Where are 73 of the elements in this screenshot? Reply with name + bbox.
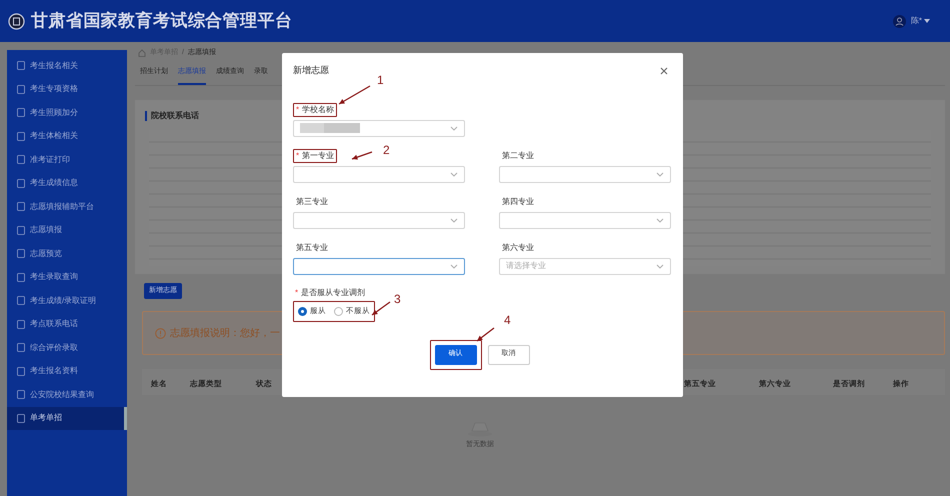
- field-label: * 学校名称: [296, 104, 334, 114]
- document-icon: [17, 155, 25, 164]
- select-field[interactable]: [499, 212, 671, 228]
- step-number: 3: [394, 292, 401, 306]
- sidebar-item[interactable]: 志愿填报: [7, 218, 127, 242]
- document-icon: [17, 178, 25, 188]
- document-icon: [17, 132, 25, 141]
- document-icon: [17, 272, 25, 282]
- chevron-down-icon: [450, 264, 458, 268]
- sidebar-item[interactable]: 志愿填报辅助平台: [7, 195, 127, 218]
- chevron-down-icon: [656, 172, 664, 176]
- close-icon[interactable]: [660, 66, 668, 75]
- document-icon: [17, 296, 25, 306]
- arrow-icon: [338, 85, 370, 105]
- user-avatar-icon[interactable]: [892, 14, 906, 28]
- field-label: 第二专业: [502, 150, 534, 160]
- sidebar-item[interactable]: 考生成绩信息: [7, 172, 127, 195]
- sidebar-item[interactable]: 考生体检相关: [7, 124, 127, 148]
- caret-icon[interactable]: [924, 19, 930, 23]
- sidebar-item[interactable]: 志愿预览: [7, 242, 127, 266]
- chevron-down-icon: [656, 264, 664, 268]
- document-icon: [17, 343, 25, 352]
- home-icon: [138, 49, 146, 57]
- sidebar-item[interactable]: 考生照顾加分: [7, 101, 127, 124]
- document-icon: [17, 366, 25, 376]
- document-icon: [17, 202, 25, 212]
- sidebar-item[interactable]: 考生报名相关: [7, 54, 127, 78]
- select-field[interactable]: [499, 166, 671, 182]
- sidebar-item[interactable]: 考生报名资料: [7, 360, 127, 383]
- select-field[interactable]: [293, 258, 465, 274]
- select-field[interactable]: [293, 120, 465, 136]
- arrow-icon: [352, 151, 372, 160]
- select-placeholder: 请选择专业: [506, 260, 546, 272]
- field-label: 第五专业: [296, 242, 328, 252]
- notice-text: 志愿填报说明：您好，一: [170, 326, 280, 340]
- dialog-title: 新增志愿: [293, 64, 329, 77]
- sidebar-item[interactable]: 综合评价录取: [7, 336, 127, 360]
- sidebar-item[interactable]: 考点联系电话: [7, 312, 127, 336]
- info-icon: [155, 328, 166, 338]
- document-icon: [17, 108, 25, 118]
- platform-title: 甘肃省国家教育考试综合管理平台: [31, 10, 292, 32]
- field-label: 第三专业: [296, 196, 328, 206]
- select-field[interactable]: [293, 166, 465, 182]
- document-icon: [17, 414, 25, 423]
- document-icon: [17, 226, 25, 235]
- user-name[interactable]: 陈*: [910, 15, 922, 27]
- document-icon: [17, 390, 25, 400]
- radio-button[interactable]: [334, 306, 343, 316]
- radio-button[interactable]: [298, 306, 307, 316]
- chevron-down-icon: [450, 126, 458, 130]
- sidebar-item[interactable]: 公安院校结果查询: [7, 383, 127, 406]
- chevron-down-icon: [450, 218, 458, 222]
- select-field[interactable]: [293, 212, 465, 228]
- step-number: 1: [377, 73, 384, 87]
- sidebar-item[interactable]: 准考证打印: [7, 148, 127, 172]
- sidebar-item[interactable]: 考生专项资格: [7, 78, 127, 101]
- chevron-down-icon: [450, 172, 458, 176]
- step-number: 4: [504, 313, 511, 327]
- document-icon: [17, 320, 25, 329]
- document-icon: [17, 249, 25, 258]
- document-icon: [17, 84, 25, 94]
- field-label: * 第一专业: [296, 150, 334, 160]
- sidebar-item[interactable]: 单考单招: [7, 406, 127, 430]
- chevron-down-icon: [656, 218, 664, 222]
- document-icon: [17, 61, 25, 70]
- step-number: 2: [383, 143, 390, 157]
- field-label: 第六专业: [502, 242, 534, 252]
- field-label: 第四专业: [502, 196, 534, 206]
- emblem-icon: [8, 12, 25, 30]
- field-label: * 是否服从专业调剂: [295, 286, 366, 298]
- sidebar-item[interactable]: 考生录取查询: [7, 266, 127, 289]
- sidebar-item[interactable]: 考生成绩/录取证明: [7, 289, 127, 312]
- card-title: 院校联系电话: [151, 110, 199, 122]
